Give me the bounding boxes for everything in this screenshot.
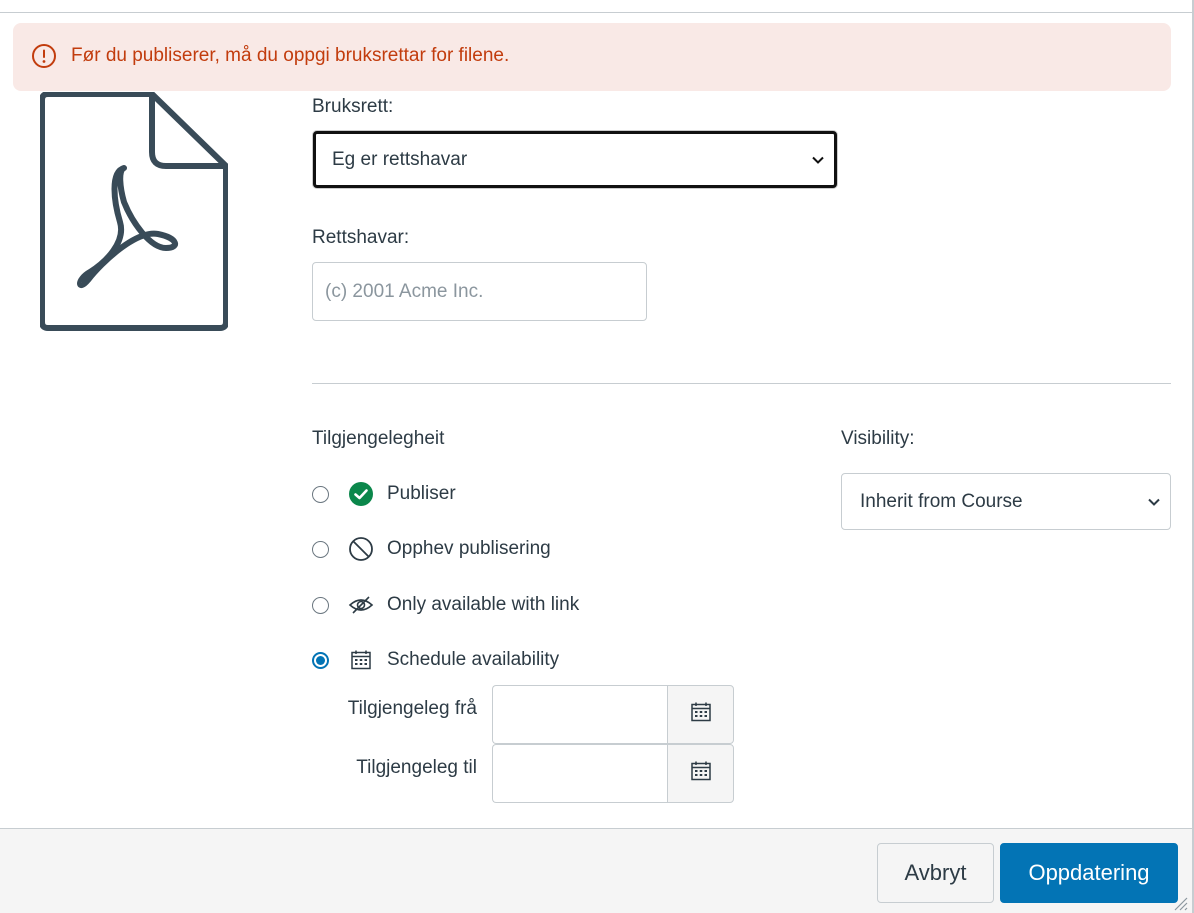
available-from-calendar-button[interactable]: [667, 685, 734, 744]
published-check-icon: [348, 481, 374, 507]
available-until-calendar-button[interactable]: [667, 744, 734, 803]
radio-button[interactable]: [312, 596, 329, 614]
chevron-down-icon: [1146, 494, 1162, 510]
copyright-holder-label: Rettshavar:: [312, 227, 410, 248]
visibility-selected-value: Inherit from Course: [860, 490, 1023, 512]
chevron-down-icon: [810, 152, 826, 168]
edit-file-dialog: Før du publiserer, må du oppgi bruksrett…: [0, 0, 1194, 913]
alert-message: Før du publiserer, må du oppgi bruksrett…: [71, 45, 510, 66]
available-until-picker: [492, 744, 734, 803]
radio-option-schedule[interactable]: Schedule availability: [312, 645, 559, 675]
update-button[interactable]: Oppdatering: [1000, 843, 1178, 903]
radio-button[interactable]: [312, 485, 329, 503]
available-from-label: Tilgjengeleg frå: [347, 698, 477, 719]
dialog-top-border: [0, 12, 1192, 13]
radio-option-publish[interactable]: Publiser: [312, 479, 456, 509]
available-from-input[interactable]: [492, 685, 667, 744]
radio-button[interactable]: [312, 540, 329, 558]
option-label: Schedule availability: [387, 649, 560, 670]
calendar-icon: [348, 647, 374, 673]
usage-rights-alert: Før du publiserer, må du oppgi bruksrett…: [13, 23, 1171, 91]
warning-icon: [31, 43, 57, 69]
available-until-label: Tilgjengeleg til: [356, 757, 477, 778]
visibility-label: Visibility:: [841, 428, 915, 449]
option-label: Only available with link: [387, 594, 580, 615]
available-from-picker: [492, 685, 734, 744]
availability-heading: Tilgjengelegheit: [312, 428, 445, 449]
radio-option-unpublish[interactable]: Opphev publisering: [312, 534, 551, 564]
cancel-button[interactable]: Avbryt: [877, 843, 994, 903]
unpublished-circle-slash-icon: [348, 536, 374, 562]
radio-option-link-only[interactable]: Only available with link: [312, 590, 579, 620]
option-label: Opphev publisering: [387, 538, 551, 559]
copyright-holder-input[interactable]: (c) 2001 Acme Inc.: [312, 262, 647, 321]
calendar-icon: [690, 760, 712, 787]
usage-rights-label: Bruksrett:: [312, 96, 394, 117]
visibility-select[interactable]: Inherit from Course: [841, 473, 1171, 530]
radio-button-selected[interactable]: [312, 651, 329, 669]
pdf-file-icon: [39, 91, 229, 332]
resize-grip-icon[interactable]: [1172, 895, 1188, 911]
usage-rights-selected-value: Eg er rettshavar: [332, 148, 468, 170]
section-divider: [312, 383, 1171, 384]
available-until-input[interactable]: [492, 744, 667, 803]
option-label: Publiser: [387, 483, 456, 504]
usage-rights-select[interactable]: Eg er rettshavar: [313, 131, 837, 188]
calendar-icon: [690, 701, 712, 728]
eye-off-icon: [348, 592, 374, 618]
